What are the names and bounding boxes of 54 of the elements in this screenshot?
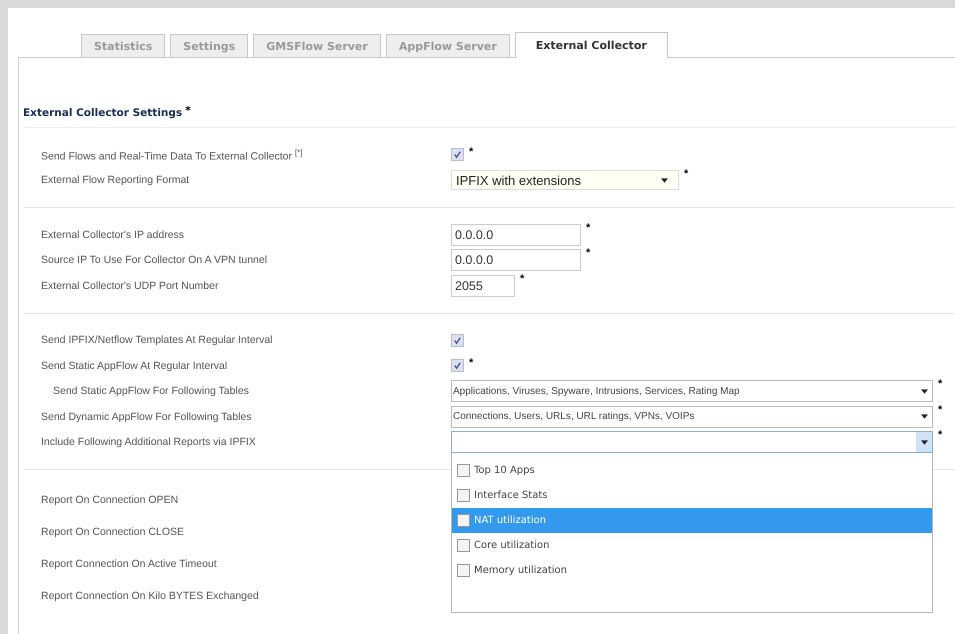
multiselect-dropdown[interactable]: Connections, Users, URLs, URL ratings, VPNs, VOIPs [451,406,933,428]
dropdown-option[interactable]: Memory utilization [452,558,932,584]
section-heading: External Collector Settings [23,107,182,119]
checkbox[interactable] [451,359,464,372]
caret-icon [661,178,668,183]
checkbox[interactable] [451,148,464,162]
checkbox[interactable] [457,514,470,528]
input-field[interactable]: 0.0.0.0 [451,224,581,246]
field-label: Report On Connection OPEN [40,494,180,506]
format-dropdown[interactable]: IPFIX with extensions [451,170,679,190]
field-label: Include Following Additional Reports via IPFIX [40,436,257,448]
option-label: NAT utilization [474,515,546,526]
field-label: External Flow Reporting Format [40,174,190,186]
input-field[interactable]: 2055 [451,274,515,297]
checkbox[interactable] [457,464,470,478]
required-mark: * [938,380,942,388]
required-mark: * [586,249,590,258]
field-label: Send Flows and Real-Time Data To External Collector $^{[*]}$ [40,148,304,162]
dropdown-option[interactable]: Top 10 Apps [452,458,932,484]
caret-icon [920,388,928,394]
field-label: Report Connection On Kilo BYTES Exchanged [40,590,260,602]
option-label: Interface Stats [474,490,548,502]
option-label: Memory utilization [474,565,567,576]
required-mark: * [469,148,474,156]
field-label: Report On Connection CLOSE [40,526,185,538]
option-label: Top 10 Apps [474,465,535,476]
field-label: External Collector's IP address [40,228,186,241]
required-mark: * [520,274,524,283]
field-label: Send Dynamic AppFlow For Following Tables [40,410,252,423]
field-label: Report Connection On Active Timeout [40,558,218,570]
field-label: Send Static AppFlow For Following Tables [52,385,250,398]
option-label: Core utilization [474,540,550,552]
multiselect-dropdown[interactable]: Applications, Viruses, Spyware, Intrusions, Services, Rating Map [451,380,933,402]
multiselect-dropdown[interactable] [451,431,933,454]
caret-icon [920,414,928,420]
required-mark: * [185,107,191,115]
field-label: Source IP To Use For Collector On A VPN tunnel [40,254,268,266]
tab[interactable]: External Collector [514,32,668,58]
dropdown-option[interactable]: Core utilization [452,533,932,558]
input-field[interactable]: 0.0.0.0 [451,249,581,272]
checkbox[interactable] [451,334,464,347]
field-label: Send IPFIX/Netflow Templates At Regular Interval [40,334,274,346]
dropdown-option[interactable]: Interface Stats [452,483,932,508]
caret-icon [920,440,928,445]
required-mark: * [938,431,942,440]
field-label: External Collector's UDP Port Number [40,280,220,292]
required-mark: * [469,359,474,368]
field-label: Send Static AppFlow At Regular Interval [40,360,228,372]
required-mark: * [684,170,688,178]
checkbox[interactable] [457,564,470,578]
checkbox[interactable] [457,539,470,552]
required-mark: * [938,406,942,414]
required-mark: * [586,224,590,232]
checkbox[interactable] [457,489,470,502]
